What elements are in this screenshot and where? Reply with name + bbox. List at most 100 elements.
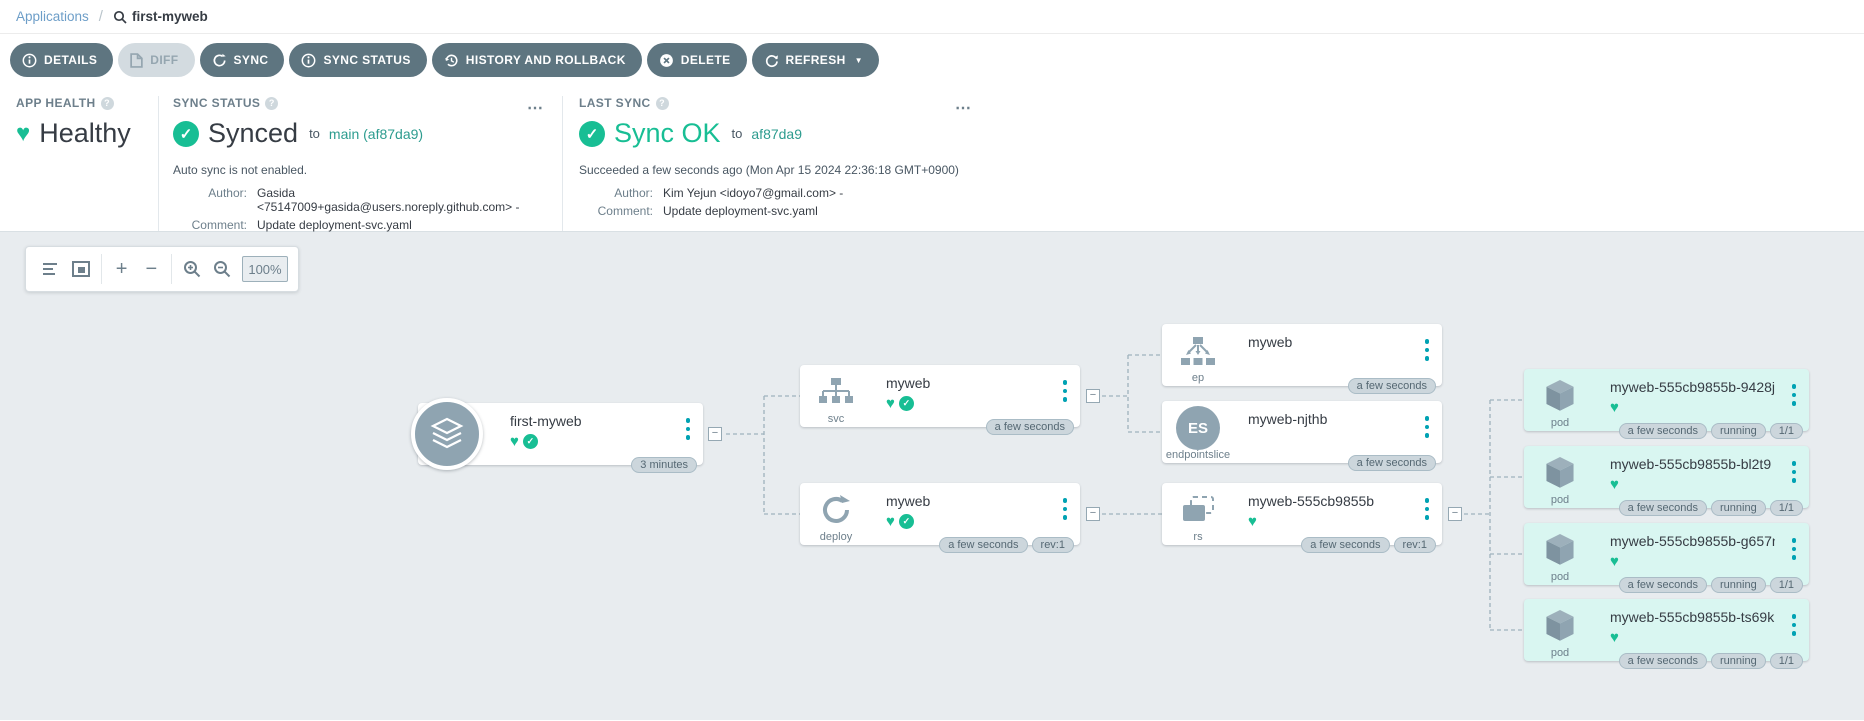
age-badge: a few seconds bbox=[1347, 378, 1436, 394]
age-badge: a few seconds bbox=[985, 419, 1074, 435]
help-icon[interactable]: ? bbox=[100, 96, 114, 110]
last-sync-note: Succeeded a few seconds ago (Mon Apr 15 … bbox=[579, 163, 959, 177]
details-button[interactable]: DETAILS bbox=[10, 43, 114, 77]
deployment-icon bbox=[823, 495, 850, 523]
node-menu-icon[interactable] bbox=[685, 418, 690, 440]
delete-label: DELETE bbox=[680, 53, 731, 67]
sync-status-label: SYNC STATUS bbox=[323, 53, 411, 67]
graph-node-pod[interactable]: pod myweb-555cb9855b-ts69k ♥ a few secon… bbox=[1524, 599, 1809, 669]
comment-label: Comment: bbox=[191, 218, 247, 232]
ready-badge: 1/1 bbox=[1769, 577, 1803, 593]
graph-node-pod[interactable]: pod myweb-555cb9855b-bl2t9 ♥ a few secon… bbox=[1524, 446, 1809, 516]
collapse-children-button[interactable]: − bbox=[708, 427, 722, 441]
panel-menu-icon[interactable]: ⋯ bbox=[527, 98, 544, 118]
graph-node-service[interactable]: svc myweb ♥ ✓ a few seconds bbox=[800, 365, 1080, 435]
node-menu-icon[interactable] bbox=[1062, 498, 1067, 520]
node-kind-label: pod bbox=[1550, 571, 1570, 583]
revision-badge: rev:1 bbox=[1031, 537, 1074, 553]
divider bbox=[171, 254, 173, 284]
graph-node-application[interactable]: first-myweb ♥ ✓ 3 minutes bbox=[411, 398, 703, 473]
breadcrumb-applications-link[interactable]: Applications bbox=[16, 9, 89, 24]
sync-status-value: Synced bbox=[208, 118, 299, 148]
author-value: Kim Yejun <idoyo7@gmail.com> - bbox=[663, 186, 844, 200]
node-menu-icon[interactable] bbox=[1791, 384, 1796, 406]
ready-badge: 1/1 bbox=[1769, 423, 1803, 439]
zoom-in-button[interactable]: + bbox=[107, 254, 137, 284]
refresh-button[interactable]: REFRESH ▼ bbox=[751, 43, 879, 77]
diff-button[interactable]: DIFF bbox=[118, 43, 195, 77]
info-icon bbox=[22, 53, 37, 67]
node-menu-icon[interactable] bbox=[1424, 339, 1429, 361]
history-rollback-button[interactable]: HISTORY AND ROLLBACK bbox=[431, 43, 642, 77]
healthy-heart-icon: ♥ bbox=[1610, 475, 1619, 493]
node-menu-icon[interactable] bbox=[1791, 461, 1796, 483]
phase-badge: running bbox=[1711, 653, 1766, 669]
delete-button[interactable]: DELETE bbox=[646, 43, 747, 77]
healthy-heart-icon: ♥ bbox=[16, 119, 31, 147]
to-label: to bbox=[309, 126, 320, 141]
graph-node-deployment[interactable]: deploy myweb ♥ ✓ a few seconds rev:1 bbox=[800, 483, 1080, 553]
node-menu-icon[interactable] bbox=[1424, 416, 1429, 438]
history-rollback-label: HISTORY AND ROLLBACK bbox=[465, 53, 626, 67]
file-icon bbox=[130, 52, 143, 68]
details-label: DETAILS bbox=[44, 53, 98, 67]
age-badge: a few seconds bbox=[1618, 577, 1707, 593]
fit-to-screen-icon[interactable] bbox=[66, 254, 96, 284]
node-kind-label: svc bbox=[827, 413, 845, 425]
sync-revision-link[interactable]: main (af87da9) bbox=[329, 126, 423, 142]
refresh-icon bbox=[765, 54, 778, 67]
action-toolbar: DETAILS DIFF SYNC SYNC STATUS HISTORY AN… bbox=[0, 34, 1864, 86]
healthy-heart-icon: ♥ bbox=[1248, 512, 1257, 530]
node-kind-label: pod bbox=[1550, 494, 1570, 506]
x-circle-icon bbox=[659, 53, 673, 67]
collapse-children-button[interactable]: − bbox=[1086, 389, 1100, 403]
magnifier-zoom-out-icon[interactable] bbox=[207, 254, 237, 284]
zoom-out-button[interactable]: − bbox=[136, 254, 166, 284]
synced-check-icon: ✓ bbox=[898, 513, 914, 529]
breadcrumb: Applications / first-myweb bbox=[0, 0, 1864, 34]
synced-check-icon: ✓ bbox=[898, 395, 914, 411]
collapse-children-button[interactable]: − bbox=[1448, 507, 1462, 521]
graph-node-endpointslice[interactable]: ES endpointslice myweb-njthb a few secon… bbox=[1162, 401, 1442, 471]
help-icon[interactable]: ? bbox=[265, 96, 279, 110]
synced-check-icon: ✓ bbox=[173, 120, 199, 147]
author-label: Author: bbox=[208, 186, 247, 200]
healthy-heart-icon: ♥ bbox=[1610, 552, 1619, 570]
node-menu-icon[interactable] bbox=[1791, 538, 1796, 560]
graph-node-replicaset[interactable]: rs myweb-555cb9855b ♥ a few seconds rev:… bbox=[1162, 483, 1442, 553]
ready-badge: 1/1 bbox=[1769, 500, 1803, 516]
node-title: myweb bbox=[886, 493, 931, 509]
panel-menu-icon[interactable]: ⋯ bbox=[955, 98, 972, 118]
zoom-level-input[interactable] bbox=[241, 256, 288, 282]
node-kind-label: pod bbox=[1550, 647, 1570, 659]
node-title: myweb bbox=[886, 375, 931, 391]
node-menu-icon[interactable] bbox=[1424, 498, 1429, 520]
graph-node-endpoints[interactable]: ep myweb a few seconds bbox=[1162, 324, 1442, 394]
node-title: myweb-555cb9855b-g657n bbox=[1610, 533, 1775, 549]
node-menu-icon[interactable] bbox=[1791, 614, 1796, 636]
last-sync-value: Sync OK bbox=[614, 118, 721, 148]
node-title: first-myweb bbox=[510, 413, 582, 429]
layout-icon[interactable] bbox=[36, 254, 66, 284]
magnifier-zoom-in-icon[interactable] bbox=[177, 254, 207, 284]
resource-tree-canvas[interactable]: + − first-myweb ♥ ✓ 3 minutes bbox=[0, 232, 1864, 720]
phase-badge: running bbox=[1711, 577, 1766, 593]
age-badge: a few seconds bbox=[1618, 423, 1707, 439]
node-title: myweb-njthb bbox=[1248, 411, 1328, 427]
sync-button[interactable]: SYNC bbox=[199, 43, 285, 77]
help-icon[interactable]: ? bbox=[655, 96, 669, 110]
breadcrumb-separator: / bbox=[98, 8, 103, 25]
last-sync-revision-link[interactable]: af87da9 bbox=[751, 126, 802, 142]
pod-icon bbox=[1546, 610, 1574, 641]
node-menu-icon[interactable] bbox=[1062, 380, 1067, 402]
node-kind-label: rs bbox=[1193, 531, 1203, 543]
breadcrumb-current: first-myweb bbox=[113, 9, 208, 24]
graph-node-pod[interactable]: pod myweb-555cb9855b-g657n ♥ a few secon… bbox=[1524, 523, 1809, 593]
sync-icon bbox=[213, 53, 226, 66]
app-health-value: Healthy bbox=[39, 118, 131, 148]
age-badge: a few seconds bbox=[1301, 537, 1390, 553]
sync-status-button[interactable]: SYNC STATUS bbox=[289, 43, 427, 77]
endpoints-icon bbox=[1181, 337, 1215, 365]
graph-node-pod[interactable]: pod myweb-555cb9855b-9428j ♥ a few secon… bbox=[1524, 369, 1809, 439]
collapse-children-button[interactable]: − bbox=[1086, 507, 1100, 521]
